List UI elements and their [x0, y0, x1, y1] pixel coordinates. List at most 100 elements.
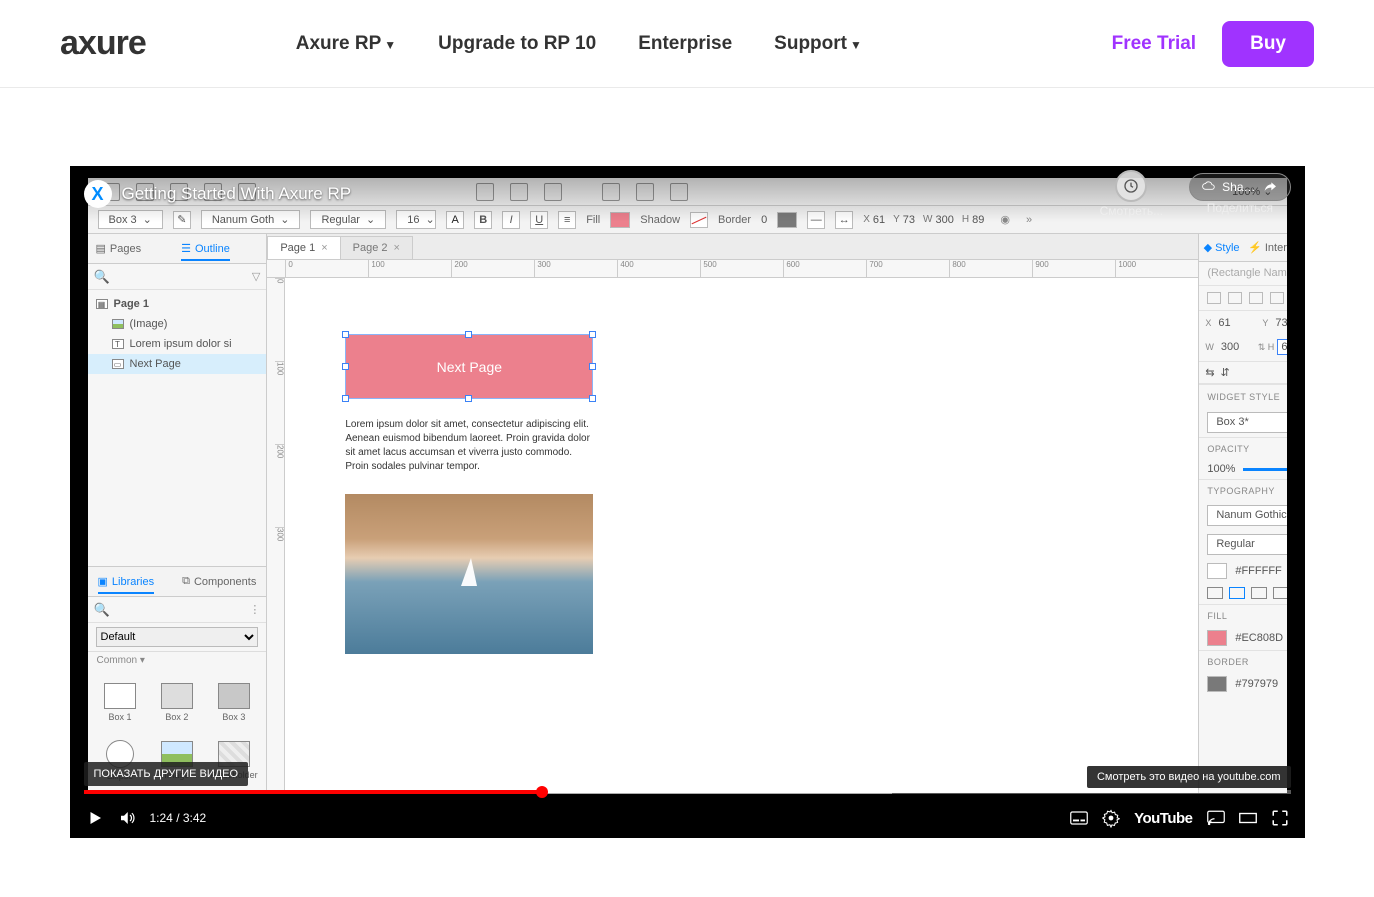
text-align-center[interactable] [1229, 587, 1245, 599]
subtitles-button[interactable] [1070, 809, 1088, 827]
shape-box2[interactable]: Box 2 [150, 675, 203, 729]
close-tab-icon[interactable]: × [321, 242, 327, 254]
tab-interactions[interactable]: ⚡ Interactions [1248, 241, 1286, 254]
outline-search-row: 🔍 ▽ [88, 264, 267, 290]
youtube-logo-link[interactable]: YouTube [1134, 809, 1192, 827]
rp-w-value[interactable]: 300 [1217, 339, 1243, 355]
next-page-button-widget[interactable]: Next Page [345, 334, 593, 399]
border-color-swatch[interactable] [1207, 676, 1227, 692]
text-align-top[interactable] [1273, 587, 1286, 599]
outline-node-image[interactable]: (Image) [88, 314, 267, 334]
typo-color-hex[interactable]: #FFFFFF [1235, 565, 1281, 577]
opacity-value[interactable]: 100% [1207, 463, 1235, 475]
shape-box3[interactable]: Box 3 [207, 675, 260, 729]
cast-icon [1207, 810, 1225, 826]
right-panel: ◆ Style ⚡ Interactions ☰ Notes (Rectangl… [1198, 234, 1286, 793]
free-trial-link[interactable]: Free Trial [1112, 33, 1197, 55]
clock-icon [1123, 178, 1139, 194]
search-icon[interactable]: 🔍 [94, 269, 110, 285]
text-align-right[interactable] [1251, 587, 1267, 599]
cloud-icon [1202, 180, 1216, 194]
align-icon[interactable] [1270, 292, 1284, 304]
site-header: axure Axure RP▼ Upgrade to RP 10 Enterpr… [0, 0, 1374, 88]
align-icon[interactable] [1207, 292, 1221, 304]
progress-bar[interactable] [84, 790, 1291, 794]
align-icon[interactable] [1228, 292, 1242, 304]
left-panel: ▤Pages ☰Outline 🔍 ▽ ▦Page 1 (Image) TLor… [88, 234, 268, 793]
flip-h-icon[interactable]: ⇆ [1205, 366, 1214, 379]
tab-outline[interactable]: ☰Outline [181, 242, 230, 261]
axure-logo[interactable]: axure [60, 24, 146, 63]
theater-mode-button[interactable] [1239, 809, 1257, 827]
page-tabs: Page 1× Page 2× [267, 234, 1198, 260]
library-subheader: Common ▾ [88, 652, 267, 669]
theater-icon [1239, 811, 1257, 825]
share-video-button[interactable]: Sha… Поделиться [1189, 173, 1290, 215]
youtube-header: X Getting Started With Axure RP Смотреть… [70, 166, 1305, 222]
library-search-icon[interactable]: 🔍 [94, 602, 110, 618]
rp-x-value[interactable]: 61 [1214, 315, 1234, 331]
fullscreen-button[interactable] [1271, 809, 1289, 827]
video-container: X Getting Started With Axure RP Смотреть… [70, 166, 1305, 838]
library-menu-icon[interactable]: ⋮ [249, 603, 260, 616]
design-canvas[interactable]: Next Page Lorem ipsum dolor sit amet, co… [285, 278, 1198, 793]
lorem-text-widget[interactable]: Lorem ipsum dolor sit amet, consectetur … [345, 418, 593, 474]
widget-style-select[interactable]: Box 3*⌄ [1207, 412, 1286, 433]
channel-avatar[interactable]: X [84, 180, 112, 208]
subtitles-icon [1070, 810, 1088, 826]
flip-v-icon[interactable]: ⇵ [1221, 366, 1230, 379]
rp-h-value[interactable]: 65 [1277, 339, 1286, 355]
show-more-videos-chip[interactable]: ПОКАЗАТЬ ДРУГИЕ ВИДЕО [84, 762, 249, 786]
nav-enterprise[interactable]: Enterprise [638, 33, 732, 55]
primary-nav: Axure RP▼ Upgrade to RP 10 Enterprise Su… [296, 33, 862, 55]
nav-support[interactable]: Support▼ [774, 33, 862, 55]
outline-tree: ▦Page 1 (Image) TLorem ipsum dolor si ▭N… [88, 290, 267, 378]
cast-button[interactable] [1207, 809, 1225, 827]
outline-page-root[interactable]: ▦Page 1 [88, 294, 267, 314]
border-hex[interactable]: #797979 [1235, 678, 1278, 690]
tab-components[interactable]: ⧉Components [182, 575, 256, 588]
align-icon-row [1199, 286, 1286, 311]
typo-color-swatch[interactable] [1207, 563, 1227, 579]
youtube-link-tooltip: Смотреть это видео на youtube.com [1087, 766, 1291, 788]
page-tab-1[interactable]: Page 1× [267, 236, 340, 259]
settings-button[interactable] [1102, 809, 1120, 827]
fill-color-swatch[interactable] [1207, 630, 1227, 646]
play-icon [86, 809, 104, 827]
text-align-left[interactable] [1207, 587, 1223, 599]
page-tab-2[interactable]: Page 2× [340, 236, 413, 259]
outline-node-link[interactable]: ▭Next Page [88, 354, 267, 374]
widget-name-field[interactable]: (Rectangle Name)◉ [1199, 262, 1286, 286]
gear-icon [1102, 808, 1120, 828]
youtube-player[interactable]: X Getting Started With Axure RP Смотреть… [70, 166, 1305, 838]
share-arrow-icon [1262, 179, 1278, 195]
sailboat-image-widget[interactable] [345, 494, 593, 654]
typo-font-select[interactable]: Nanum Gothic⌄ [1207, 505, 1286, 526]
sailboat-icon [461, 558, 477, 586]
axure-app-frame: 100% ⌄ Box 3⌄ ✎ Nanum Goth⌄ Regular⌄ 16⌄… [88, 178, 1287, 793]
align-icon[interactable] [1249, 292, 1263, 304]
close-tab-icon[interactable]: × [394, 242, 400, 254]
nav-axure-rp[interactable]: Axure RP▼ [296, 33, 396, 55]
ruler-horizontal: 01002003004005006007008009001000 [267, 260, 1198, 278]
video-title[interactable]: Getting Started With Axure RP [122, 184, 352, 204]
rp-y-value[interactable]: 73 [1271, 315, 1286, 331]
canvas-area: Page 1× Page 2× 010020030040050060070080… [267, 234, 1198, 793]
library-select[interactable]: Default [96, 627, 259, 647]
watch-later-button[interactable]: Смотреть... [1100, 170, 1164, 218]
outline-node-text[interactable]: TLorem ipsum dolor si [88, 334, 267, 354]
time-display: 1:24 / 3:42 [150, 811, 207, 825]
youtube-controls-bar: 1:24 / 3:42 YouTube [70, 790, 1305, 838]
fill-hex[interactable]: #EC808D [1235, 632, 1283, 644]
tab-pages[interactable]: ▤Pages [96, 242, 142, 255]
volume-button[interactable] [118, 809, 136, 827]
shape-box1[interactable]: Box 1 [94, 675, 147, 729]
filter-icon[interactable]: ▽ [252, 270, 260, 283]
nav-upgrade[interactable]: Upgrade to RP 10 [438, 33, 596, 55]
opacity-slider[interactable] [1243, 468, 1286, 471]
play-button[interactable] [86, 809, 104, 827]
tab-style[interactable]: ◆ Style [1204, 241, 1240, 254]
typo-weight-select[interactable]: Regular⌄ [1207, 534, 1286, 555]
tab-libraries[interactable]: ▣Libraries [98, 575, 155, 594]
buy-button[interactable]: Buy [1222, 21, 1314, 67]
